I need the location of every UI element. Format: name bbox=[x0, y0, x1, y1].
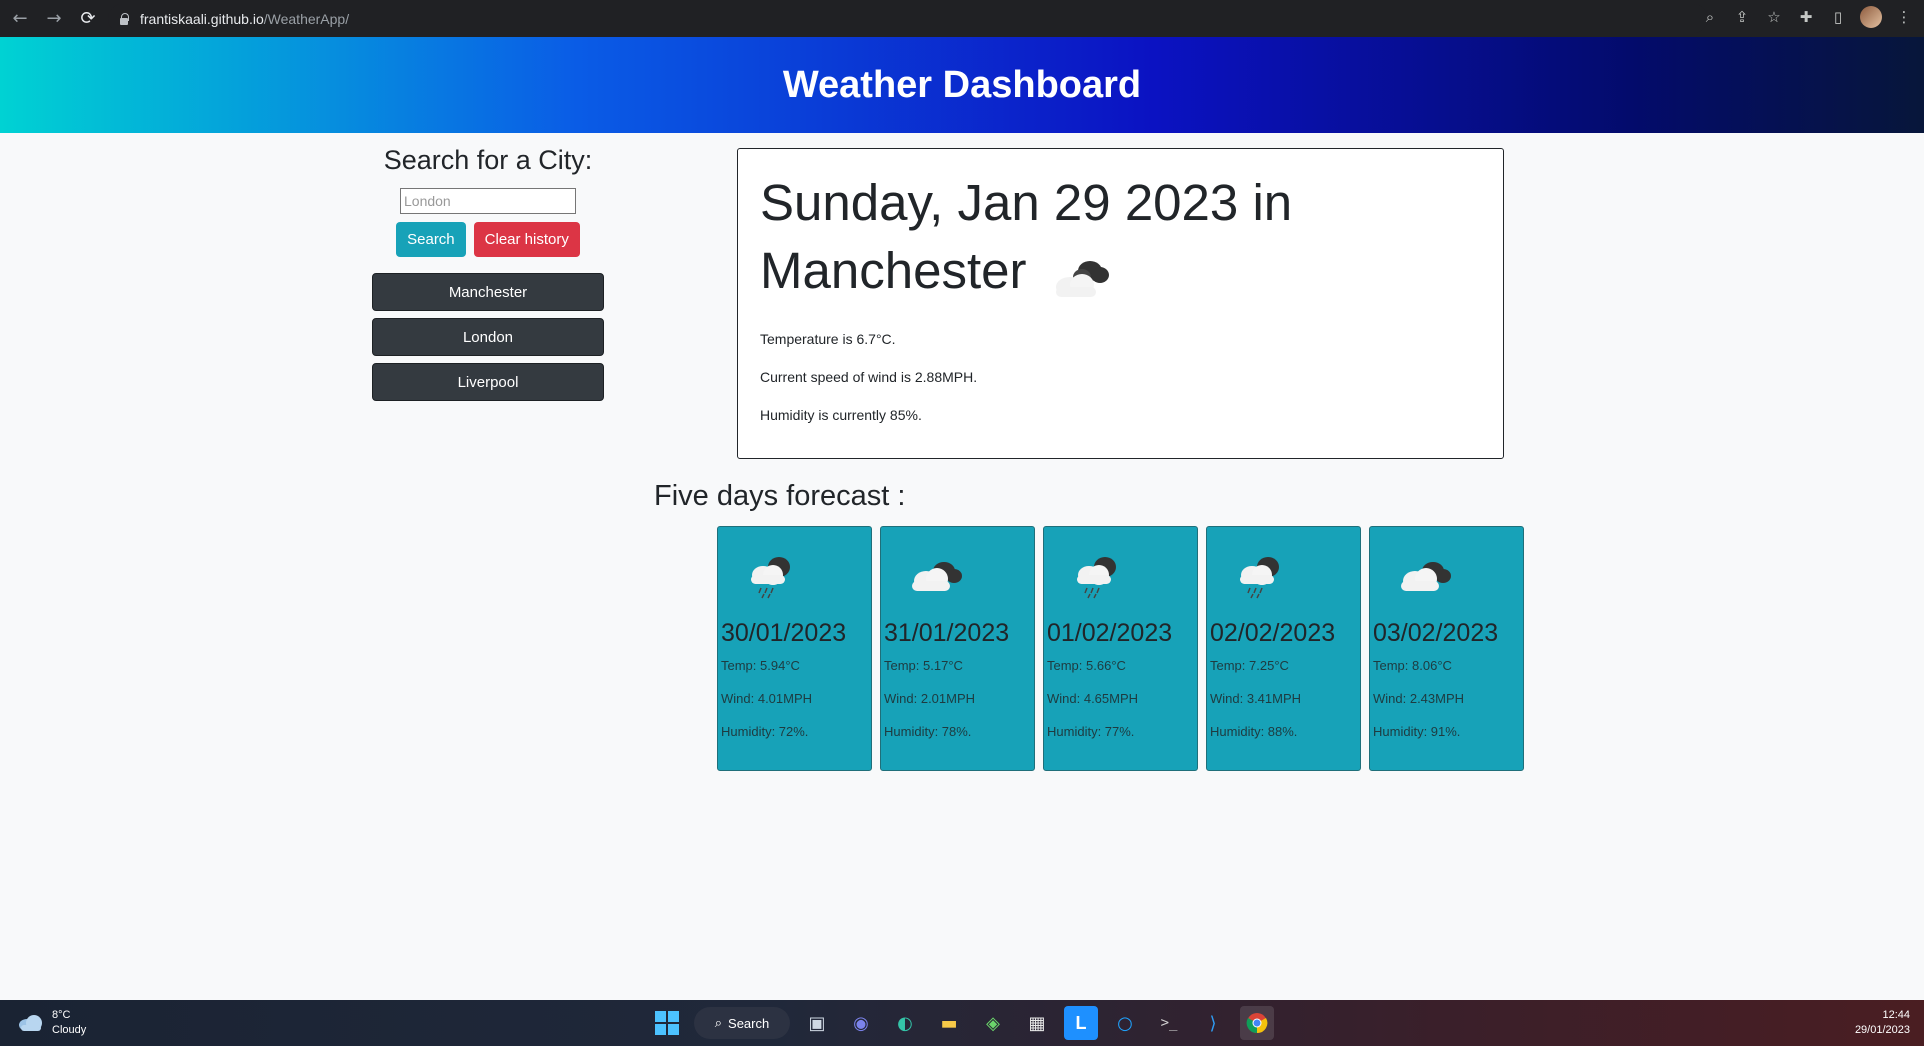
browser-toolbar: ← → ⟳ frantiskaali.github.io/WeatherApp/… bbox=[0, 0, 1924, 37]
current-humidity: Humidity is currently 85%. bbox=[760, 407, 922, 423]
cortana-icon[interactable]: ○ bbox=[1108, 1006, 1142, 1040]
forecast-date: 02/02/2023 bbox=[1210, 619, 1336, 647]
forecast-date: 30/01/2023 bbox=[721, 619, 847, 647]
back-icon[interactable]: ← bbox=[6, 5, 34, 33]
search-button[interactable]: Search bbox=[396, 222, 466, 257]
forecast-wind: Wind: 2.43MPH bbox=[1373, 691, 1465, 706]
menu-kebab-icon[interactable]: ⋮ bbox=[1894, 6, 1914, 28]
current-temperature: Temperature is 6.7°C. bbox=[760, 331, 896, 347]
current-wind: Current speed of wind is 2.88MPH. bbox=[760, 369, 978, 385]
windows-taskbar: 8°C Cloudy ⌕ Search ▣ ◉ ◐ ▬ ◈ ▦ L ○ >_ ⟩ 1… bbox=[0, 1000, 1924, 1046]
teams-chat-icon[interactable]: ◉ bbox=[844, 1006, 878, 1040]
taskbar-weather-widget[interactable]: 8°C Cloudy bbox=[18, 1008, 86, 1038]
forecast-wind: Wind: 4.65MPH bbox=[1047, 691, 1139, 706]
chrome-browser-icon[interactable] bbox=[1240, 1006, 1274, 1040]
forecast-date: 03/02/2023 bbox=[1373, 619, 1499, 647]
forecast-card: 01/02/2023 Temp: 5.66°C Wind: 4.65MPH Hu… bbox=[1043, 526, 1198, 771]
side-panel-icon[interactable]: ▯ bbox=[1828, 6, 1848, 28]
forecast-temp: Temp: 5.66°C bbox=[1047, 658, 1126, 673]
rain-cloud-icon bbox=[1067, 551, 1127, 601]
forecast-title: Five days forecast : bbox=[654, 480, 906, 512]
forecast-date: 01/02/2023 bbox=[1047, 619, 1173, 647]
forward-icon[interactable]: → bbox=[40, 5, 68, 33]
history-button-liverpool[interactable]: Liverpool bbox=[372, 363, 604, 401]
clear-history-button[interactable]: Clear history bbox=[473, 222, 580, 257]
windows-start-icon[interactable] bbox=[650, 1006, 684, 1040]
cloudy-icon bbox=[19, 1015, 42, 1031]
forecast-humidity: Humidity: 88%. bbox=[1210, 724, 1298, 739]
search-icon: ⌕ bbox=[714, 1015, 723, 1030]
forecast-humidity: Humidity: 78%. bbox=[884, 724, 972, 739]
url-text: frantiskaali.github.io/WeatherApp/ bbox=[140, 10, 350, 27]
address-bar[interactable]: frantiskaali.github.io/WeatherApp/ bbox=[108, 4, 1708, 33]
forecast-card: 03/02/2023 Temp: 8.06°C Wind: 2.43MPH Hu… bbox=[1369, 526, 1524, 771]
profile-avatar[interactable] bbox=[1860, 6, 1882, 28]
forecast-wind: Wind: 4.01MPH bbox=[721, 691, 813, 706]
microsoft-store-icon[interactable]: ▦ bbox=[1020, 1006, 1054, 1040]
cloudy-icon bbox=[1393, 551, 1453, 601]
forecast-wind: Wind: 3.41MPH bbox=[1210, 691, 1302, 706]
forecast-date: 31/01/2023 bbox=[884, 619, 1010, 647]
clock-date: 29/01/2023 bbox=[1854, 1024, 1910, 1036]
forecast-card: 30/01/2023 Temp: 5.94°C Wind: 4.01MPH Hu… bbox=[717, 526, 872, 771]
forecast-wind: Wind: 2.01MPH bbox=[884, 691, 976, 706]
forecast-temp: Temp: 5.94°C bbox=[721, 658, 800, 673]
taskbar-weather-temp: 8°C bbox=[52, 1009, 71, 1021]
page-header: Weather Dashboard bbox=[0, 37, 1924, 133]
forecast-temp: Temp: 8.06°C bbox=[1373, 658, 1452, 673]
forecast-card: 02/02/2023 Temp: 7.25°C Wind: 3.41MPH Hu… bbox=[1206, 526, 1361, 771]
forecast-cards: 30/01/2023 Temp: 5.94°C Wind: 4.01MPH Hu… bbox=[717, 526, 1524, 771]
forecast-temp: Temp: 7.25°C bbox=[1210, 658, 1289, 673]
taskbar-weather-desc: Cloudy bbox=[52, 1024, 87, 1036]
extensions-icon[interactable]: ✚ bbox=[1796, 6, 1816, 28]
search-history: Manchester London Liverpool bbox=[372, 273, 604, 401]
cloudy-icon bbox=[1044, 250, 1114, 300]
bookmark-star-icon[interactable]: ☆ bbox=[1764, 6, 1784, 28]
taskbar-search-button[interactable]: ⌕ Search bbox=[694, 1007, 790, 1039]
edge-browser-icon[interactable]: ◐ bbox=[888, 1006, 922, 1040]
forecast-humidity: Humidity: 72%. bbox=[721, 724, 809, 739]
task-view-icon[interactable]: ▣ bbox=[800, 1006, 834, 1040]
cloudy-icon bbox=[904, 551, 964, 601]
letter-l-app-icon[interactable]: L bbox=[1064, 1006, 1098, 1040]
current-weather-card: Sunday, Jan 29 2023 in Manchester Temper… bbox=[737, 148, 1504, 459]
forecast-temp: Temp: 5.17°C bbox=[884, 658, 963, 673]
file-explorer-icon[interactable]: ▬ bbox=[932, 1006, 966, 1040]
clock-time: 12:44 bbox=[1882, 1009, 1910, 1021]
zoom-icon[interactable]: ⌕ bbox=[1700, 6, 1720, 28]
reload-icon[interactable]: ⟳ bbox=[74, 5, 102, 33]
forecast-humidity: Humidity: 77%. bbox=[1047, 724, 1135, 739]
vscode-icon[interactable]: ⟩ bbox=[1196, 1006, 1230, 1040]
history-button-manchester[interactable]: Manchester bbox=[372, 273, 604, 311]
lock-icon bbox=[118, 12, 130, 25]
share-icon[interactable]: ⇪ bbox=[1732, 6, 1752, 28]
terminal-icon[interactable]: >_ bbox=[1152, 1006, 1186, 1040]
current-weather-heading: Sunday, Jan 29 2023 in Manchester bbox=[760, 174, 1293, 300]
forecast-humidity: Humidity: 91%. bbox=[1373, 724, 1461, 739]
xbox-game-icon[interactable]: ◈ bbox=[976, 1006, 1010, 1040]
forecast-card: 31/01/2023 Temp: 5.17°C Wind: 2.01MPH Hu… bbox=[880, 526, 1035, 771]
city-search-input[interactable] bbox=[400, 188, 576, 214]
rain-cloud-icon bbox=[741, 551, 801, 601]
history-button-london[interactable]: London bbox=[372, 318, 604, 356]
search-title: Search for a City: bbox=[383, 145, 593, 175]
rain-cloud-icon bbox=[1230, 551, 1290, 601]
taskbar-clock[interactable]: 12:44 29/01/2023 bbox=[1855, 1008, 1910, 1038]
search-panel: Search for a City: Search Clear history … bbox=[372, 145, 604, 408]
page-title: Weather Dashboard bbox=[782, 63, 1142, 106]
